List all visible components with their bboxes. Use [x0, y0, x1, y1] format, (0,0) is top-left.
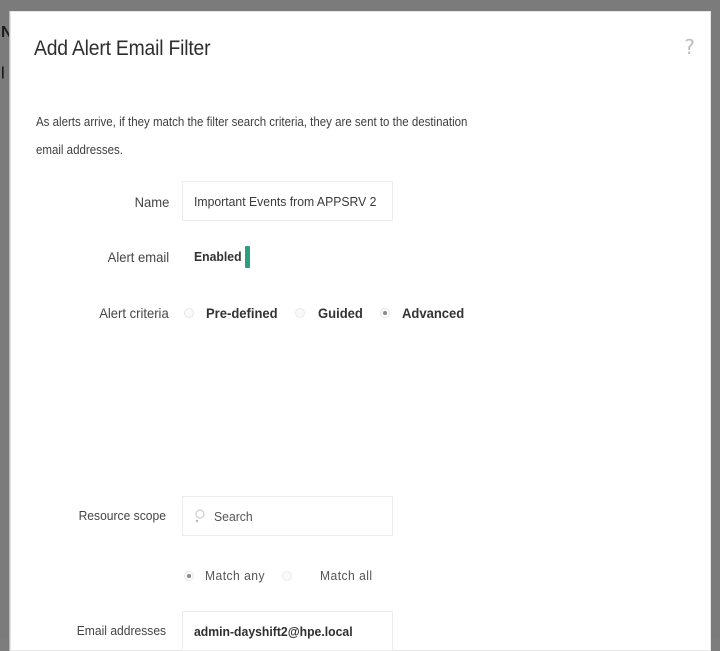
name-input[interactable]: Important Events from APPSRV 2: [182, 181, 393, 221]
background-page-fragment: |: [1, 64, 5, 79]
radio-advanced[interactable]: [380, 308, 391, 318]
radio-predefined[interactable]: [184, 308, 194, 318]
radio-match-any[interactable]: [184, 570, 194, 581]
email-addresses-label: Email addresses: [76, 623, 166, 638]
alert-email-label: Alert email: [107, 249, 169, 265]
radio-guided[interactable]: [295, 308, 306, 318]
advanced-criteria-area[interactable]: [182, 351, 464, 476]
help-icon[interactable]: ?: [684, 35, 695, 59]
radio-guided-label[interactable]: Guided: [318, 305, 363, 321]
email-address-value: admin-dayshift2@hpe.local: [194, 623, 353, 639]
name-input-value: Important Events from APPSRV 2: [194, 193, 377, 209]
resource-scope-label: Resource scope: [78, 508, 166, 523]
alert-criteria-label: Alert criteria: [99, 305, 169, 321]
name-label: Name: [134, 194, 169, 210]
search-icon: [194, 508, 208, 524]
search-placeholder: Search: [214, 508, 253, 524]
alert-email-state: Enabled: [194, 249, 242, 264]
radio-match-all-label[interactable]: Match all: [320, 568, 373, 583]
screen-frame: N | Add Alert Email Filter ? As alerts a…: [0, 0, 720, 651]
radio-match-all[interactable]: [282, 570, 293, 581]
dialog-description: As alerts arrive, if they match the filt…: [36, 115, 468, 157]
radio-match-any-label[interactable]: Match any: [205, 568, 265, 583]
match-radio-group: Match any Match all: [184, 568, 377, 583]
radio-advanced-label[interactable]: Advanced: [402, 305, 464, 321]
radio-predefined-label[interactable]: Pre-defined: [206, 305, 278, 321]
alert-email-toggle[interactable]: [245, 246, 250, 268]
alert-criteria-radio-group: Pre-defined Guided Advanced: [184, 305, 469, 321]
dialog-title: Add Alert Email Filter: [34, 37, 211, 60]
add-alert-email-filter-dialog: Add Alert Email Filter ? As alerts arriv…: [9, 11, 711, 651]
resource-scope-search-input[interactable]: Search: [182, 496, 393, 536]
email-addresses-input[interactable]: admin-dayshift2@hpe.local: [182, 611, 393, 651]
